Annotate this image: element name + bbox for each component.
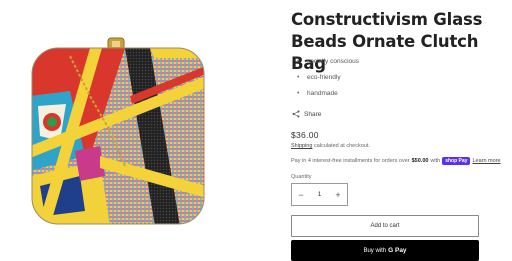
quantity-stepper: − 1 + xyxy=(291,183,348,206)
feature-list: socially conscious eco-friendly handmade xyxy=(297,55,359,103)
feature-item: eco-friendly xyxy=(297,71,359,87)
share-label: Share xyxy=(304,110,322,118)
share-icon xyxy=(292,110,300,118)
shipping-note: Shipping calculated at checkout. xyxy=(291,143,370,149)
gpay-logo: G Pay xyxy=(388,247,407,254)
shipping-text: calculated at checkout. xyxy=(312,143,370,149)
installments-note: Pay in 4 interest-free installments for … xyxy=(291,157,501,165)
buy-with-label: Buy with xyxy=(363,247,387,254)
increment-button[interactable]: + xyxy=(329,184,347,205)
installments-prefix: Pay in 4 interest-free installments for … xyxy=(291,158,410,164)
shipping-link[interactable]: Shipping xyxy=(291,143,312,149)
feature-item: socially conscious xyxy=(297,55,359,71)
shop-pay-logo: shop Pay xyxy=(442,157,471,165)
add-to-cart-button[interactable]: Add to cart xyxy=(291,215,479,237)
share-button[interactable]: Share xyxy=(292,110,321,118)
learn-more-link[interactable]: Learn more xyxy=(472,158,500,164)
product-price: $36.00 xyxy=(291,130,319,140)
quantity-label: Quantity xyxy=(291,174,312,180)
buy-with-gpay-button[interactable]: Buy with G Pay xyxy=(291,240,479,261)
product-image xyxy=(31,37,205,225)
feature-item: handmade xyxy=(297,87,359,103)
quantity-input[interactable]: 1 xyxy=(318,191,322,198)
installments-with: with xyxy=(430,158,441,164)
installments-amount: $50.00 xyxy=(411,158,429,164)
decrement-button[interactable]: − xyxy=(292,184,310,205)
